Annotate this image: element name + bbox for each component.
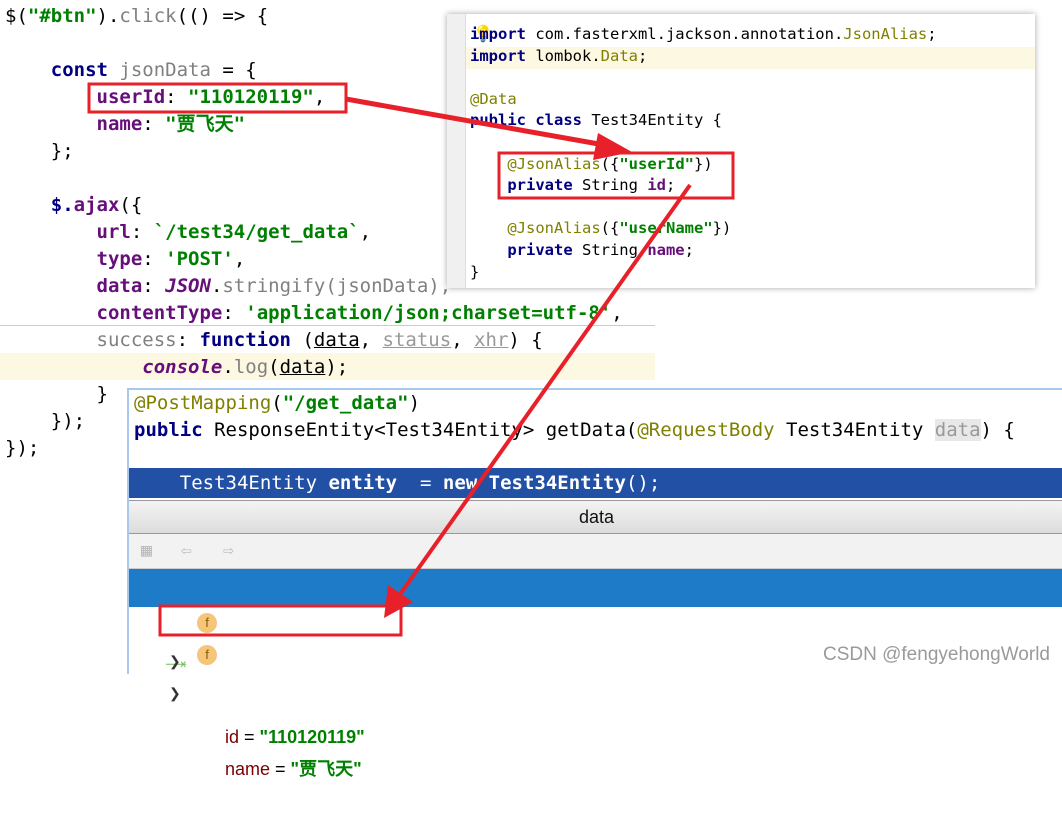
tree-row-text: data = {Test34Entity@9434} "Test34Entity… [195, 692, 779, 712]
highlight-box-id-value [158, 604, 403, 637]
field-value: "110120119" [259, 727, 365, 747]
arrow-line [394, 183, 692, 602]
field-name: name [225, 759, 271, 779]
annotation-overlay [87, 82, 735, 637]
equals: = [239, 727, 260, 747]
arrow-line [345, 96, 611, 149]
chevron-right-icon[interactable]: ❯ [169, 674, 181, 712]
highlight-box-id-field [497, 151, 735, 200]
arrowhead [593, 133, 632, 160]
field-value: "贾飞天" [290, 759, 362, 779]
arrowhead [384, 585, 413, 618]
highlight-box-userid [87, 82, 348, 114]
field-name: id [225, 727, 240, 747]
equals: = [270, 759, 291, 779]
